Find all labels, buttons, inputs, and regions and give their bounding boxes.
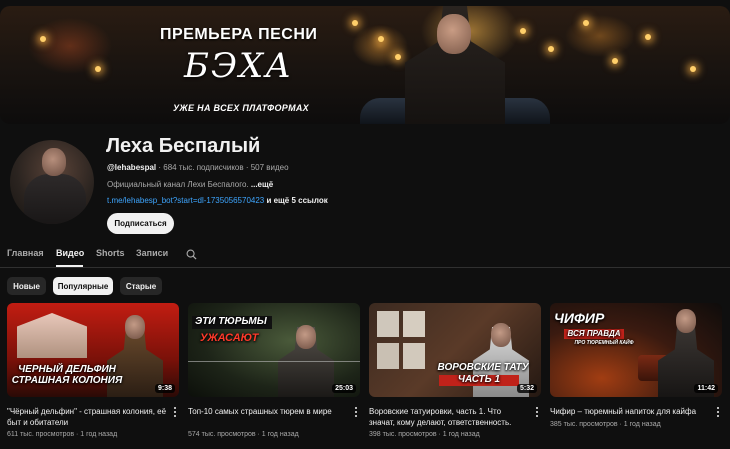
video-title[interactable]: Топ-10 самых страшных тюрем в мире [188,406,348,417]
banner-song-title: БЭХА [184,46,293,86]
video-duration: 9:38 [154,384,175,393]
thumbnail-caption: ВОРОВСКИЕ ТАТУ [437,362,529,373]
video-card[interactable]: ЧИФИР ВСЯ ПРАВДА ПРО ТЮРЕМНЫЙ КАЙФ 11:42… [550,303,722,428]
video-duration: 11:42 [694,384,718,393]
video-thumbnail[interactable]: ЧЕРНЫЙ ДЕЛЬФИН СТРАШНАЯ КОЛОНИЯ 9:38 [7,303,179,397]
video-card[interactable]: ВОРОВСКИЕ ТАТУ ЧАСТЬ 1 5:32 Воровские та… [369,303,541,438]
subscribe-button[interactable]: Подписаться [107,213,174,234]
video-thumbnail[interactable]: ЧИФИР ВСЯ ПРАВДА ПРО ТЮРЕМНЫЙ КАЙФ 11:42 [550,303,722,397]
more-options-icon[interactable] [354,407,358,418]
more-options-icon[interactable] [716,407,720,418]
channel-description[interactable]: Официальный канал Лехи Беспалого. ...ещё [107,180,273,189]
thumbnail-caption: УЖАСАЮТ [200,332,259,344]
video-meta: 385 тыс. просмотров · 1 год назад [550,421,661,428]
channel-avatar[interactable] [10,140,94,224]
channel-tabs: Главная Видео Shorts Записи [7,248,184,264]
channel-page: ПРЕМЬЕРА ПЕСНИ БЭХА УЖЕ НА ВСЕХ ПЛАТФОРМ… [0,0,730,449]
video-card[interactable]: ЧЕРНЫЙ ДЕЛЬФИН СТРАШНАЯ КОЛОНИЯ 9:38 "Чё… [7,303,179,438]
more-options-icon[interactable] [173,407,177,418]
video-duration: 5:32 [516,384,537,393]
banner-headline: ПРЕМЬЕРА ПЕСНИ [160,26,318,43]
video-title[interactable]: "Чёрный дельфин" - страшная колония, её … [7,406,167,428]
channel-links: t.me/lehabesp_bot?start=dl-1735056570423… [107,196,328,205]
thumbnail-caption: ЧЕРНЫЙ ДЕЛЬФИН [18,364,116,375]
video-meta: 574 тыс. просмотров · 1 год назад [188,431,299,438]
video-thumbnail[interactable]: ЭТИ ТЮРЬМЫ УЖАСАЮТ 25:03 [188,303,360,397]
video-title[interactable]: Воровские татуировки, часть 1. Что знача… [369,406,529,428]
video-duration: 25:03 [332,384,356,393]
video-thumbnail[interactable]: ВОРОВСКИЕ ТАТУ ЧАСТЬ 1 5:32 [369,303,541,397]
banner-subline: УЖЕ НА ВСЕХ ПЛАТФОРМАХ [173,103,309,113]
channel-stats: · 684 тыс. подписчиков · 507 видео [156,163,289,172]
channel-handle: @lehabespal [107,163,157,172]
thumbnail-caption: ПРО ТЮРЕМНЫЙ КАЙФ [574,340,634,346]
channel-link[interactable]: t.me/lehabesp_bot?start=dl-1735056570423 [107,196,264,205]
channel-description-text: Официальный канал Лехи Беспалого. [107,180,251,189]
thumbnail-caption: ЧИФИР [554,310,605,326]
video-meta: 398 тыс. просмотров · 1 год назад [369,431,480,438]
more-options-icon[interactable] [535,407,539,418]
chip-oldest[interactable]: Старые [120,277,162,295]
channel-banner: ПРЕМЬЕРА ПЕСНИ БЭХА УЖЕ НА ВСЕХ ПЛАТФОРМ… [0,6,730,124]
video-meta: 611 тыс. просмотров · 1 год назад [7,431,118,438]
banner-person-head [437,14,471,54]
video-card[interactable]: ЭТИ ТЮРЬМЫ УЖАСАЮТ 25:03 Топ-10 самых ст… [188,303,360,438]
tabs-divider [0,267,730,268]
thumbnail-caption: СТРАШНАЯ КОЛОНИЯ [11,375,123,386]
tab-videos[interactable]: Видео [56,248,96,264]
chip-popular[interactable]: Популярные [53,277,113,295]
description-more-link[interactable]: ...ещё [251,180,273,189]
tab-shorts[interactable]: Shorts [96,248,136,264]
tab-posts[interactable]: Записи [136,248,184,264]
video-title[interactable]: Чифир – тюремный напиток для кайфа [550,406,710,417]
thumbnail-caption: ЭТИ ТЮРЬМЫ [192,316,272,329]
tab-home[interactable]: Главная [7,248,56,264]
channel-meta: @lehabespal · 684 тыс. подписчиков · 507… [107,163,289,172]
channel-name: Леха Беспалый [106,135,261,157]
search-icon[interactable] [186,249,197,260]
thumbnail-caption: ЧАСТЬ 1 [439,374,519,386]
thumbnail-caption: ВСЯ ПРАВДА [564,329,624,340]
chip-newest[interactable]: Новые [7,277,46,295]
more-links[interactable]: и ещё 5 ссылок [264,196,327,205]
